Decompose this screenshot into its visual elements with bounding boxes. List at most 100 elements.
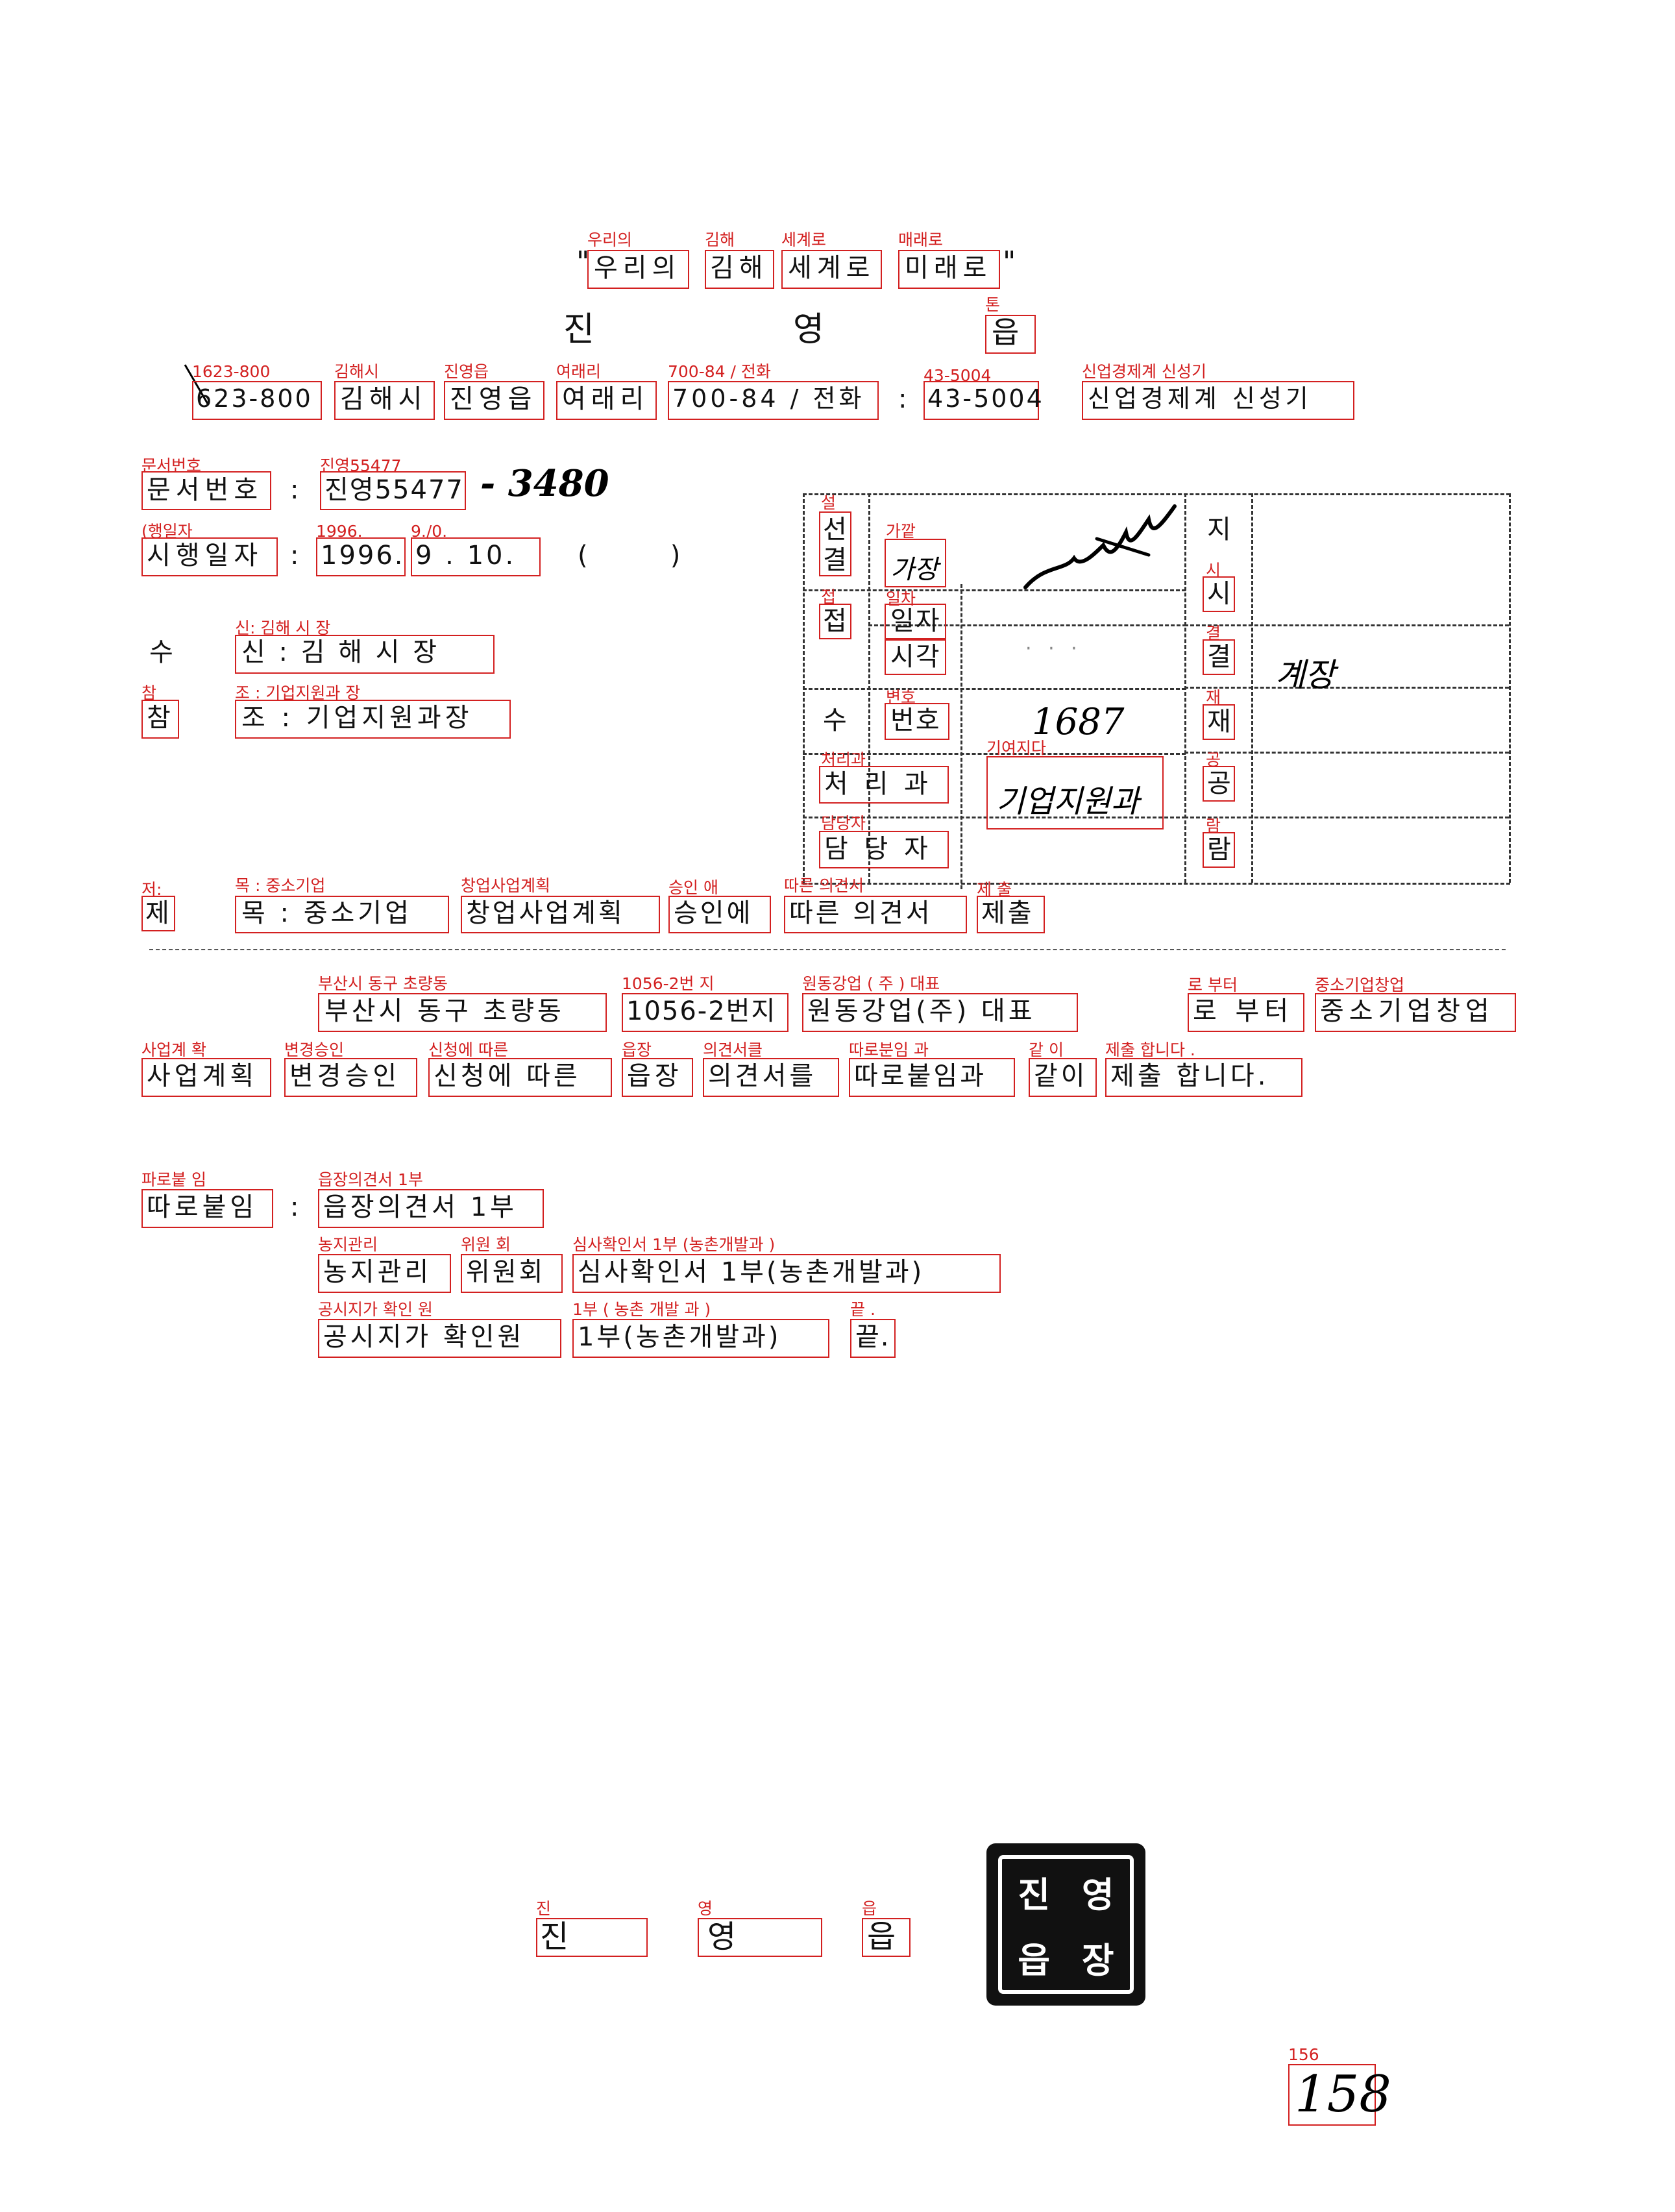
doc-number-label: 문서번호 [147,475,263,505]
stamp-dots: · · · [1025,637,1082,660]
signature-char: 진 [540,1919,574,1955]
manager-annotation: 담당자 [821,814,866,833]
attachments-label-annotation: 파로붙 임 [141,1170,206,1189]
seal-char: 진 [1018,1874,1051,1915]
attachment-item: 농지관리 [323,1257,432,1287]
address-annotation: 김해시 [334,362,380,381]
manager-label: 담 당 자 [824,834,932,864]
reference-prefix: 참 [147,703,176,733]
body-line1-annotation: 중소기업창업 [1315,976,1405,994]
body-line2-part: 의견서를 [708,1061,817,1091]
handling-dept-annotation: 처리과 [821,750,866,769]
attachment-annotation: 위원 회 [461,1235,511,1254]
body-line1-part: 부산시 동구 초량동 [324,996,565,1026]
doc-number-suffix: - 3480 [480,462,609,505]
doc-number-annotation: 진영55477 [320,456,402,475]
slogan-annotation: 매래로 [898,230,944,249]
exec-date-year: 1996. [321,541,405,571]
address-postal: 623-800 [196,384,313,413]
address-city: 김해시 [340,384,428,414]
slogan-word: 김해 [710,253,768,283]
approval-col1-annotation: 설 [821,493,837,512]
exec-date-paren: ( ) [578,541,681,571]
attachment-annotation: 끝 . [850,1300,875,1319]
body-line2-annotation: 제출 합니다 . [1105,1040,1195,1059]
attachment-annotation: 심사확인서 1부 (농촌개발과 ) [572,1235,776,1254]
body-line2-annotation: 의견서클 [703,1040,763,1059]
slogan-annotation: 김해 [705,230,735,249]
approval-col2-annotation: 일차 [886,589,916,608]
body-line2-annotation: 신청에 따른 [428,1040,508,1059]
approval-right-signature: 계장 [1275,656,1335,694]
body-line1-part: 로 부터 [1193,996,1294,1026]
doc-number-annotation: 문서번호 [141,456,202,475]
recipient-value: 신 : 김 해 시 장 [241,637,440,667]
body-line2-annotation: 변경승인 [284,1040,345,1059]
subject-prefix: 제 [145,898,175,928]
approver-signature [1023,504,1177,589]
approval-col1-char: 접 [823,606,847,636]
subject-annotation: 목 : 중소기업 [235,876,326,895]
reference-value: 조 : 기업지원과장 [241,703,473,733]
subject-part: 제출 [981,898,1034,928]
approval-right-annotation: 시 [1206,561,1221,580]
subject-annotation: 창업사업계획 [461,876,551,895]
approval-col2-annotation: 변호 [886,688,916,707]
exec-date-colon: : [290,541,304,571]
body-line1-annotation: 로 부터 [1188,976,1238,994]
body-line2-annotation: 같 이 [1029,1040,1064,1059]
address-village: 여래리 [562,384,650,414]
approval-right-annotation: 결 [1206,624,1221,643]
attachment-annotation: 공시지가 확인 원 [318,1300,433,1319]
address-contact: 신업경제계 신성기 [1088,384,1312,413]
signature-annotation: 읍 [862,1899,877,1918]
approval-right-char: 람 [1207,835,1231,865]
section-divider [149,949,1506,950]
slogan-annotation: 우리의 [587,230,633,249]
approval-right-char: 재 [1207,707,1231,737]
subject-part: 창업사업계획 [466,898,625,928]
signature-char: 영 [707,1919,742,1955]
subject-annotation: 저: [141,880,162,899]
exec-date-label: 시행일자 [147,541,263,571]
body-line1-annotation: 부산시 동구 초량동 [318,974,448,993]
attachments-colon: : [290,1192,304,1222]
address-phone: 43-5004 [927,384,1044,413]
approval-grid-line [1509,493,1511,883]
body-line2-part: 따로붙임과 [854,1061,986,1091]
approval-right-char: 시 [1207,579,1231,609]
reference-annotation: 참 [141,683,157,702]
body-line1-part: 원동강업(주) 대표 [807,996,1036,1026]
slogan-close-quote: " [1003,245,1021,278]
approval-grid-line [803,883,1510,885]
page-number-annotation: 156 [1288,2045,1319,2064]
attachment-item: 읍장의견서 1부 [323,1192,517,1222]
attachment-item: 위원회 [466,1257,546,1287]
signature-annotation: 진 [536,1899,552,1918]
attachment-annotation: 1부 ( 농촌 개발 과 ) [572,1300,711,1319]
address-annotation: 진영읍 [444,362,489,381]
subject-annotation: 제 출 [977,880,1012,899]
body-line2-part: 신청에 따른 [434,1061,581,1091]
subject-annotation: 따른 의견서 [784,876,864,895]
address-annotation: 신업경제계 신성기 [1082,362,1206,381]
attachment-item: 1부(농촌개발과) [578,1322,781,1352]
official-seal: 진 영 읍 장 [986,1843,1145,2006]
approval-col2-label: 일자 [890,606,941,636]
handling-dept-label: 처 리 과 [824,769,932,799]
body-line1-annotation: 1056-2번 지 [622,974,715,993]
exec-date-annotation: 9./0. [411,522,448,541]
body-line1-part: 1056-2번지 [626,996,777,1026]
address-annotation: 700-84 / 전화 [668,362,771,381]
slogan-annotation: 세계로 [781,230,827,249]
approval-grid-line [803,688,1186,690]
subject-part: 승인에 [674,898,753,928]
approval-grid-line [1184,624,1509,626]
exec-date-month-day: 9 . 10. [415,541,517,571]
body-line2-part: 변경승인 [289,1061,401,1091]
subject-part: 목 : 중소기업 [241,898,412,928]
address-annotation: 43-5004 [923,366,992,385]
attachment-annotation: 읍장의견서 1부 [318,1170,423,1189]
seal-char: 읍 [1018,1940,1051,1981]
slogan-word: 우리의 [594,253,681,283]
